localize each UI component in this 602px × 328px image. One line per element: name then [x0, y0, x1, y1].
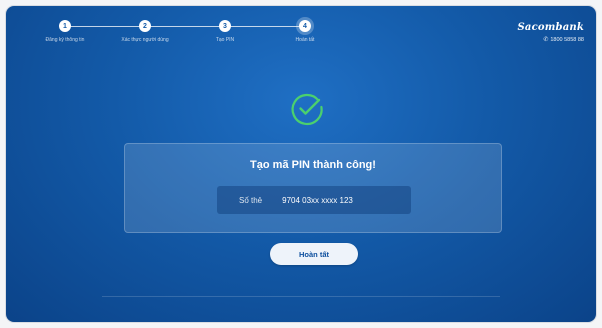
card-number-value: 9704 03xx xxxx 123	[282, 195, 353, 205]
step-2-label: Xác thực người dùng	[121, 37, 169, 43]
phone-icon: ✆	[543, 37, 549, 43]
step-3-indicator: 3	[219, 20, 231, 32]
hotline: ✆ 1800 5858 88	[517, 36, 584, 43]
pin-success-screen: 1 Đăng ký thông tin 2 Xác thực người dùn…	[6, 6, 596, 322]
progress-stepper: 1 Đăng ký thông tin 2 Xác thực người dùn…	[28, 18, 348, 58]
step-2-indicator: 2	[139, 20, 151, 32]
step-4-label: Hoàn tất	[295, 37, 315, 43]
result-card: Tạo mã PIN thành công! Số thẻ 9704 03xx …	[124, 143, 502, 233]
step-3-label: Tạo PIN	[215, 37, 235, 43]
success-title: Tạo mã PIN thành công!	[250, 159, 376, 171]
step-3: 3 Tạo PIN	[180, 18, 270, 43]
step-4: 4 Hoàn tất	[260, 18, 350, 43]
step-1-label: Đăng ký thông tin	[45, 37, 85, 43]
check-circle-icon	[291, 93, 323, 126]
finish-button[interactable]: Hoàn tất	[270, 243, 358, 265]
sacombank-logo: Sacombank	[517, 22, 584, 33]
step-1: 1 Đăng ký thông tin	[20, 18, 110, 43]
card-number-label: Số thẻ	[239, 195, 263, 205]
step-4-indicator: 4	[299, 20, 311, 32]
step-2: 2 Xác thực người dùng	[100, 18, 190, 43]
footer-divider	[102, 296, 500, 297]
card-number-row: Số thẻ 9704 03xx xxxx 123	[217, 186, 411, 214]
brand-header: Sacombank ✆ 1800 5858 88	[517, 22, 584, 43]
hotline-number: 1800 5858 88	[550, 37, 584, 43]
step-1-indicator: 1	[59, 20, 71, 32]
